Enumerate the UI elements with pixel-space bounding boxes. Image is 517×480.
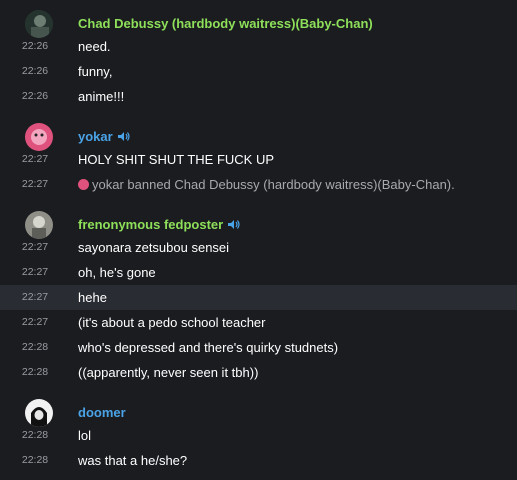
message-row: 22:27 HOLY SHIT SHUT THE FUCK UP <box>0 147 517 172</box>
message-row: 22:28 was that a he/she? <box>0 448 517 473</box>
timestamp: 22:27 <box>21 266 49 278</box>
message-text: oh, he's gone <box>78 265 156 280</box>
system-message: yokar banned Chad Debussy (hardbody wait… <box>78 177 455 192</box>
message-text: sayonara zetsubou sensei <box>78 240 230 255</box>
message-row: 22:26 anime!!! <box>0 84 517 109</box>
message-row-hovered[interactable]: 22:27 hehe <box>0 285 517 310</box>
message-text: hehe <box>78 290 107 305</box>
message-text: need. <box>78 39 111 54</box>
message-text: was that a he/she? <box>78 453 188 468</box>
message-row: 22:27 sayonara zetsubou sensei <box>0 235 517 260</box>
message-text: who's depressed and there's quirky studn… <box>78 340 339 355</box>
message-row: 22:27 oh, he's gone <box>0 260 517 285</box>
author-name[interactable]: frenonymous fedposter <box>78 217 241 232</box>
timestamp: 22:27 <box>21 178 49 190</box>
message-row: 22:28 ((apparently, never seen it tbh)) <box>0 360 517 385</box>
message-text: HOLY SHIT SHUT THE FUCK UP <box>78 152 275 167</box>
speaker-badge-icon <box>227 218 241 229</box>
message-row: 22:26 funny, <box>0 59 517 84</box>
system-message-text: yokar banned Chad Debussy (hardbody wait… <box>92 177 455 192</box>
timestamp: 22:26 <box>21 90 49 102</box>
message-text: anime!!! <box>78 89 125 104</box>
timestamp: 22:28 <box>21 366 49 378</box>
message-row: 22:28 who's depressed and there's quirky… <box>0 335 517 360</box>
author-name-text: frenonymous fedposter <box>78 217 224 232</box>
author-name[interactable]: yokar <box>78 129 131 144</box>
message-row: 22:27 (it's about a pedo school teacher <box>0 310 517 335</box>
timestamp: 22:28 <box>21 341 49 353</box>
timestamp: 22:26 <box>21 65 49 77</box>
timestamp: 22:28 <box>21 454 49 466</box>
message-text: funny, <box>78 64 113 79</box>
message-text: (it's about a pedo school teacher <box>78 315 266 330</box>
timestamp: 22:28 <box>21 429 49 441</box>
author-name-text: yokar <box>78 129 113 144</box>
timestamp: 22:26 <box>21 40 49 52</box>
system-message-row: 22:27 yokar banned Chad Debussy (hardbod… <box>0 172 517 197</box>
timestamp: 22:27 <box>21 316 49 328</box>
author-name[interactable]: doomer <box>78 405 126 420</box>
message-row: 22:28 lol <box>0 423 517 448</box>
author-name[interactable]: Chad Debussy (hardbody waitress)(Baby-Ch… <box>78 16 373 31</box>
message-text: ((apparently, never seen it tbh)) <box>78 365 259 380</box>
user-avatar-small-icon <box>78 179 89 190</box>
message-row: 22:26 need. <box>0 34 517 59</box>
timestamp: 22:27 <box>21 241 49 253</box>
timestamp: 22:27 <box>21 153 49 165</box>
timestamp: 22:27 <box>21 291 49 303</box>
speaker-badge-icon <box>117 130 131 141</box>
message-text: lol <box>78 428 92 443</box>
